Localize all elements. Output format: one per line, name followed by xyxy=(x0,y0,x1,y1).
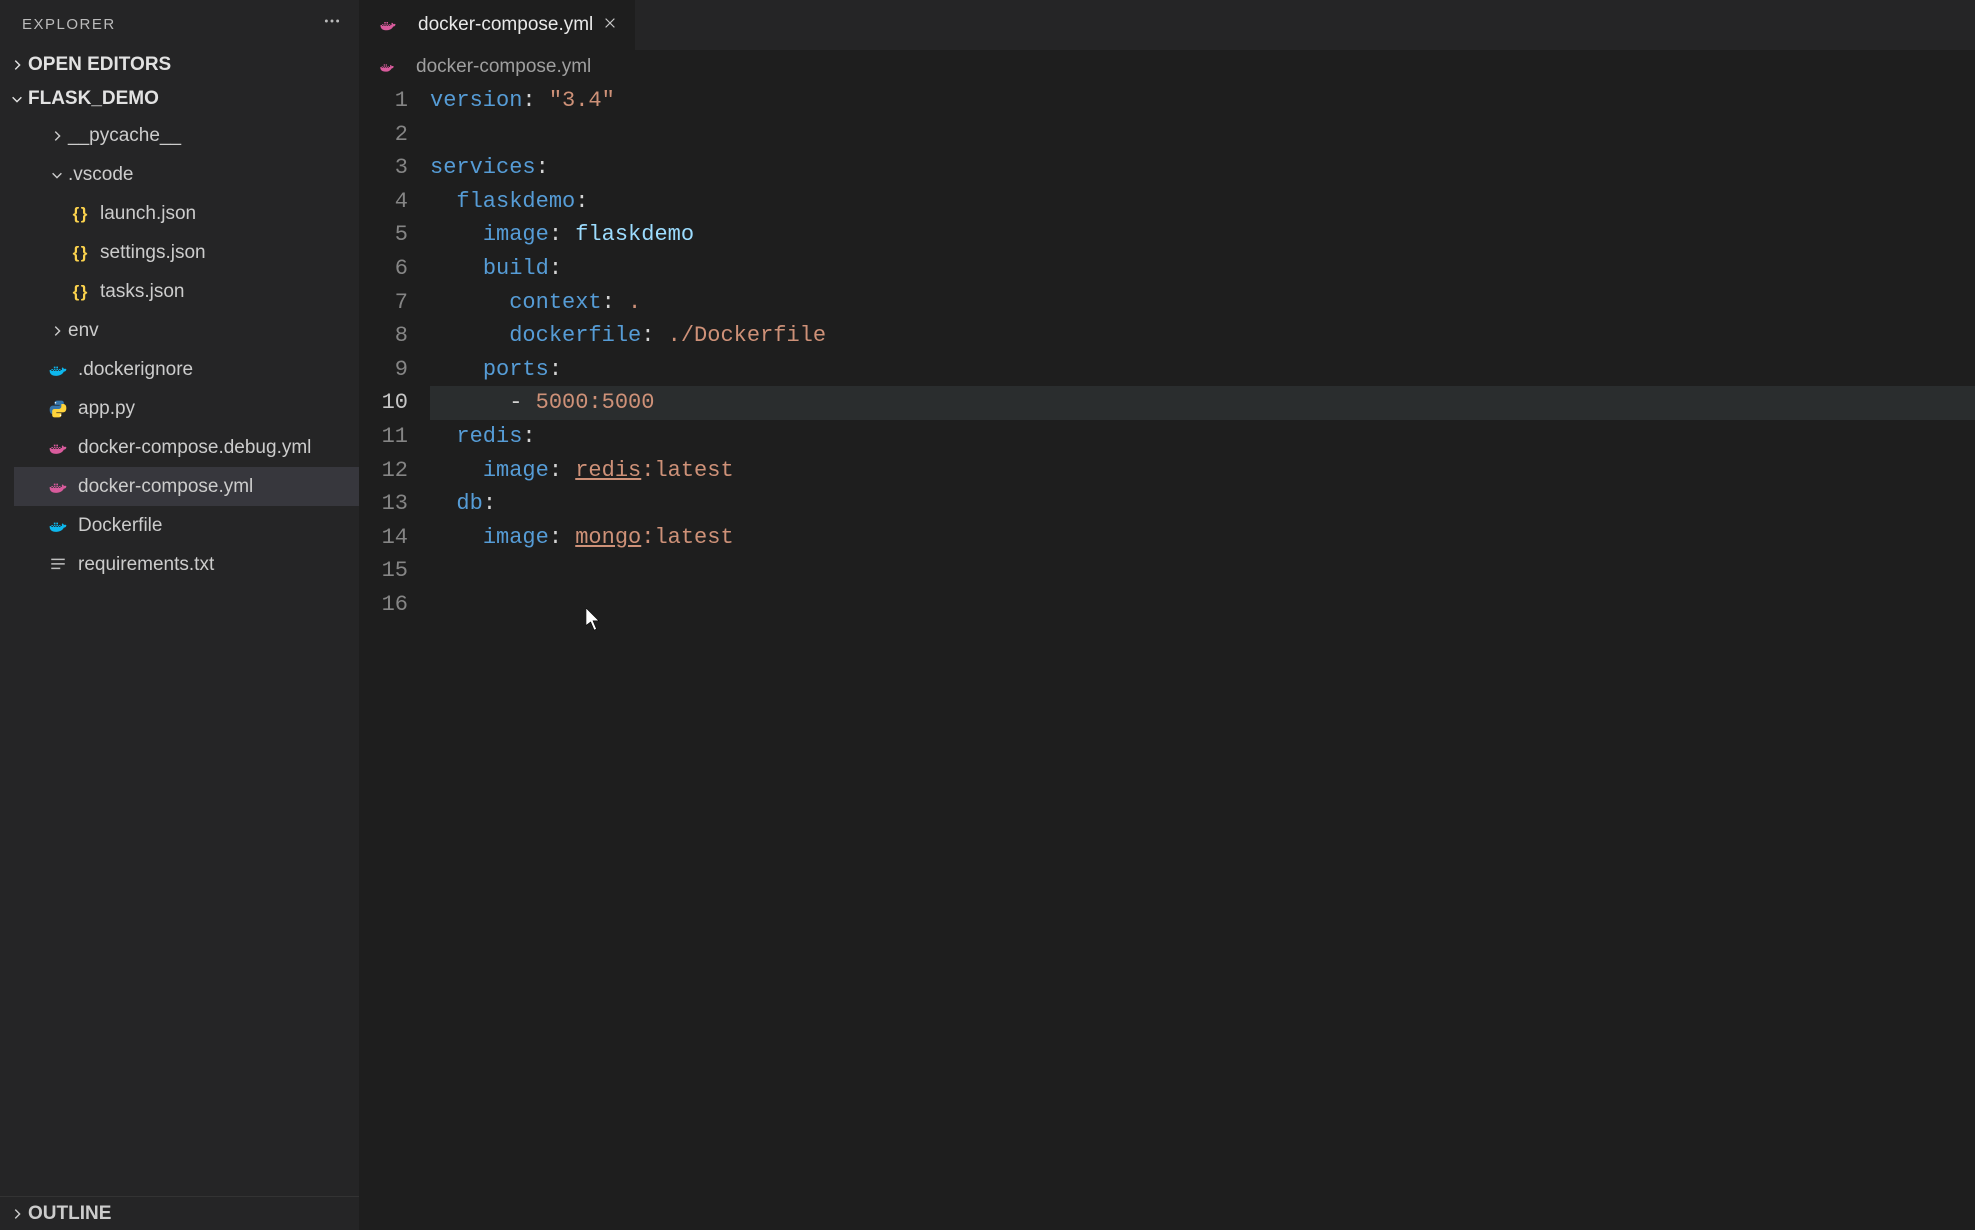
folder-vscode[interactable]: .vscode xyxy=(14,155,359,194)
line-number: 4 xyxy=(360,185,408,219)
file-dockerignore[interactable]: .dockerignore xyxy=(14,350,359,389)
code-line[interactable]: - 5000:5000 xyxy=(430,386,1975,420)
code-line[interactable]: redis: xyxy=(430,420,1975,454)
file-tasks-json[interactable]: { } tasks.json xyxy=(14,272,359,311)
code-line[interactable]: ports: xyxy=(430,353,1975,387)
folder-env[interactable]: env xyxy=(14,311,359,350)
line-number: 12 xyxy=(360,454,408,488)
line-number: 14 xyxy=(360,521,408,555)
sidebar-title: EXPLORER xyxy=(22,16,116,33)
folder-label: env xyxy=(68,320,99,342)
code-line[interactable]: version: "3.4" xyxy=(430,84,1975,118)
line-gutter: 1 2 3 4 5 6 7 8 9 10 11 12 13 14 15 16 xyxy=(360,84,430,622)
line-number: 3 xyxy=(360,151,408,185)
line-number: 5 xyxy=(360,218,408,252)
tab-docker-compose[interactable]: docker-compose.yml xyxy=(360,0,636,50)
docker-compose-icon xyxy=(48,477,68,497)
json-icon: { } xyxy=(70,204,90,224)
file-label: launch.json xyxy=(100,203,196,225)
open-editors-label: OPEN EDITORS xyxy=(28,54,171,76)
file-label: tasks.json xyxy=(100,281,184,303)
line-number: 9 xyxy=(360,353,408,387)
file-launch-json[interactable]: { } launch.json xyxy=(14,194,359,233)
code-line[interactable]: dockerfile: ./Dockerfile xyxy=(430,319,1975,353)
outline-section[interactable]: OUTLINE xyxy=(0,1196,359,1230)
json-icon: { } xyxy=(70,243,90,263)
chevron-right-icon xyxy=(48,322,66,340)
chevron-down-icon xyxy=(8,90,26,108)
code-line[interactable]: context: . xyxy=(430,286,1975,320)
file-compose[interactable]: docker-compose.yml xyxy=(14,467,359,506)
folder-label: .vscode xyxy=(68,164,133,186)
text-file-icon xyxy=(48,555,68,575)
close-icon[interactable] xyxy=(603,15,617,35)
tab-bar: docker-compose.yml xyxy=(360,0,1975,50)
line-number: 1 xyxy=(360,84,408,118)
code-editor[interactable]: 1 2 3 4 5 6 7 8 9 10 11 12 13 14 15 16 v… xyxy=(360,84,1975,622)
json-icon: { } xyxy=(70,282,90,302)
code-line[interactable]: services: xyxy=(430,151,1975,185)
file-label: docker-compose.yml xyxy=(78,476,253,498)
line-number: 6 xyxy=(360,252,408,286)
open-editors-section[interactable]: OPEN EDITORS xyxy=(0,48,359,82)
line-number: 2 xyxy=(360,118,408,152)
sidebar-bottom: OUTLINE xyxy=(0,1196,359,1230)
code-line[interactable] xyxy=(430,118,1975,152)
folder-pycache[interactable]: __pycache__ xyxy=(14,116,359,155)
file-label: docker-compose.debug.yml xyxy=(78,437,311,459)
line-number: 10 xyxy=(360,386,408,420)
main-area: docker-compose.yml docker-compose.yml 1 … xyxy=(360,0,1975,1230)
more-actions-icon[interactable] xyxy=(323,12,341,36)
file-label: .dockerignore xyxy=(78,359,193,381)
file-tree: __pycache__ .vscode { } launch.json { } … xyxy=(0,116,359,584)
file-compose-debug[interactable]: docker-compose.debug.yml xyxy=(14,428,359,467)
line-number: 11 xyxy=(360,420,408,454)
folder-label: __pycache__ xyxy=(68,125,181,147)
file-app-py[interactable]: app.py xyxy=(14,389,359,428)
chevron-right-icon xyxy=(48,127,66,145)
code-line[interactable]: build: xyxy=(430,252,1975,286)
project-label: FLASK_DEMO xyxy=(28,88,159,110)
breadcrumb[interactable]: docker-compose.yml xyxy=(360,50,1975,84)
file-settings-json[interactable]: { } settings.json xyxy=(14,233,359,272)
docker-icon xyxy=(48,516,68,536)
code-line[interactable]: image: flaskdemo xyxy=(430,218,1975,252)
tab-label: docker-compose.yml xyxy=(418,14,593,36)
docker-compose-icon xyxy=(378,58,396,76)
line-number: 8 xyxy=(360,319,408,353)
code-line[interactable]: db: xyxy=(430,487,1975,521)
chevron-right-icon xyxy=(8,1205,26,1223)
sidebar-header: EXPLORER xyxy=(0,0,359,48)
line-number: 13 xyxy=(360,487,408,521)
code-line[interactable] xyxy=(430,554,1975,588)
chevron-down-icon xyxy=(48,166,66,184)
python-icon xyxy=(48,399,68,419)
file-label: settings.json xyxy=(100,242,206,264)
line-number: 16 xyxy=(360,588,408,622)
outline-label: OUTLINE xyxy=(28,1203,111,1225)
file-dockerfile[interactable]: Dockerfile xyxy=(14,506,359,545)
line-number: 7 xyxy=(360,286,408,320)
code-line[interactable] xyxy=(430,588,1975,622)
breadcrumb-file: docker-compose.yml xyxy=(416,56,591,78)
code-line[interactable]: flaskdemo: xyxy=(430,185,1975,219)
docker-compose-icon xyxy=(378,15,398,35)
chevron-right-icon xyxy=(8,56,26,74)
file-label: requirements.txt xyxy=(78,554,214,576)
code-line[interactable]: image: mongo:latest xyxy=(430,521,1975,555)
file-requirements[interactable]: requirements.txt xyxy=(14,545,359,584)
sidebar: EXPLORER OPEN EDITORS FLASK_DEMO __pycac… xyxy=(0,0,360,1230)
file-label: app.py xyxy=(78,398,135,420)
docker-compose-icon xyxy=(48,438,68,458)
file-label: Dockerfile xyxy=(78,515,162,537)
docker-icon xyxy=(48,360,68,380)
line-number: 15 xyxy=(360,554,408,588)
code-line[interactable]: image: redis:latest xyxy=(430,454,1975,488)
code-content[interactable]: version: "3.4" services: flaskdemo: imag… xyxy=(430,84,1975,622)
project-section[interactable]: FLASK_DEMO xyxy=(0,82,359,116)
